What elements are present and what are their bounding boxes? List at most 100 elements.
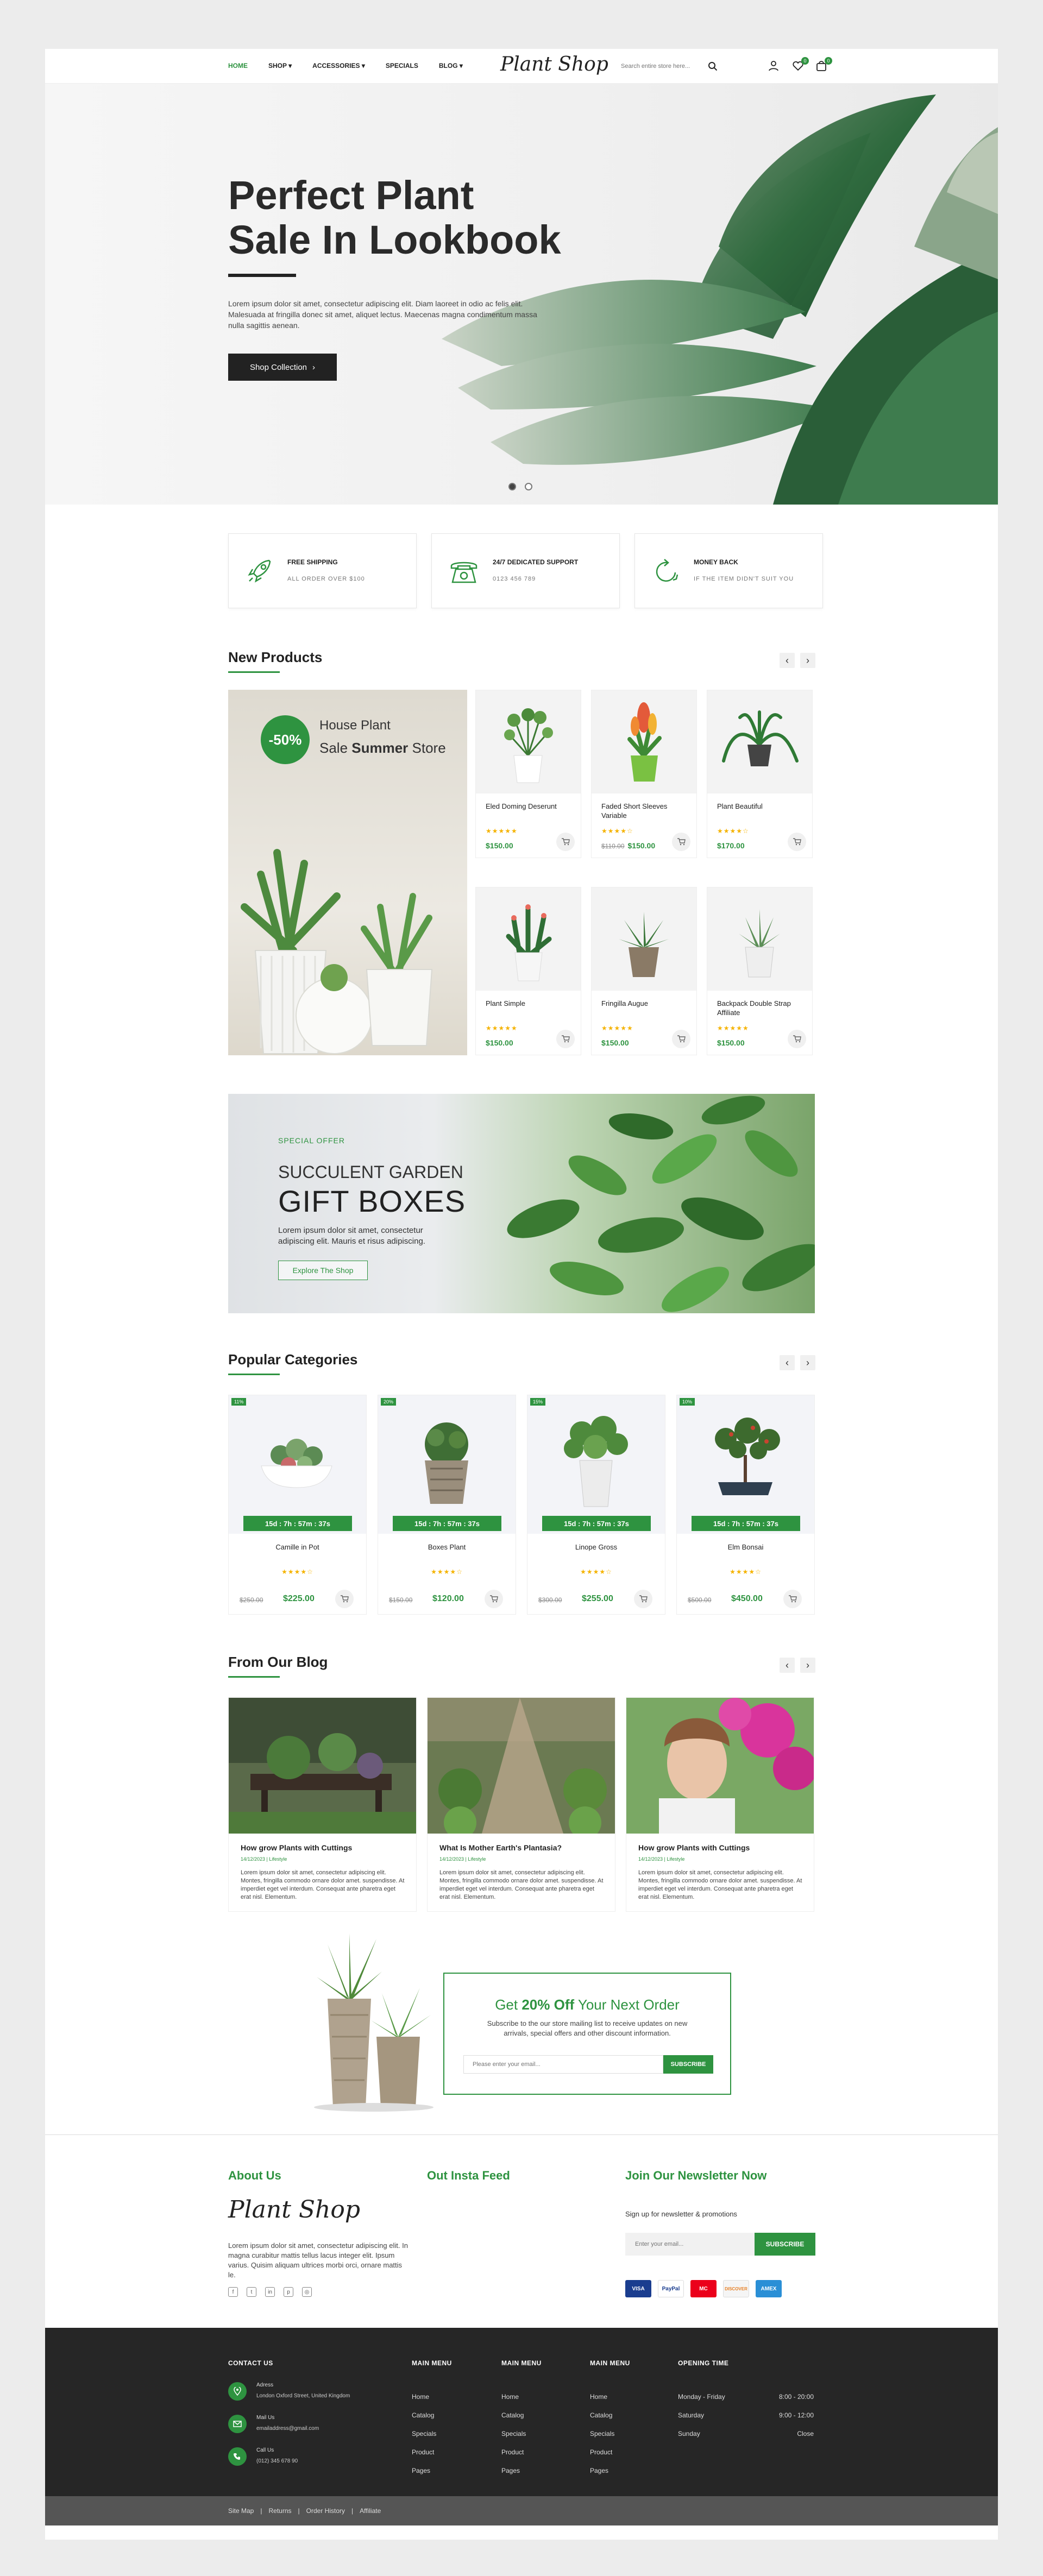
footer-menu-item[interactable]: Home bbox=[590, 2388, 614, 2406]
footer-menu-item[interactable]: Catalog bbox=[501, 2406, 526, 2424]
nav-home[interactable]: HOME bbox=[228, 62, 248, 70]
footer-menu-item[interactable]: Specials bbox=[590, 2424, 614, 2443]
add-to-cart-icon[interactable] bbox=[556, 1030, 575, 1048]
footer-menu-item[interactable]: Pages bbox=[501, 2461, 526, 2480]
sitemap-link[interactable]: Site Map bbox=[228, 2507, 254, 2515]
product-card[interactable]: Backpack Double Strap Affiliate ★★★★★ $1… bbox=[707, 887, 813, 1055]
facebook-icon[interactable]: f bbox=[228, 2287, 238, 2297]
add-to-cart-icon[interactable] bbox=[634, 1590, 652, 1608]
promo-banner[interactable]: -50% House Plant Sale Summer Store bbox=[228, 690, 467, 1055]
add-to-cart-icon[interactable] bbox=[788, 833, 806, 851]
nav-shop[interactable]: SHOP ▾ bbox=[268, 62, 292, 70]
footer-logo[interactable]: Plant Shop bbox=[228, 2196, 360, 2224]
order-history-link[interactable]: Order History bbox=[306, 2507, 345, 2515]
nav-blog[interactable]: BLOG ▾ bbox=[439, 62, 463, 70]
footer-menu-item[interactable]: Home bbox=[501, 2388, 526, 2406]
search-bar bbox=[621, 60, 751, 73]
next-arrow-icon[interactable]: › bbox=[800, 653, 815, 668]
footer-menu-item[interactable]: Product bbox=[412, 2443, 436, 2461]
category-card[interactable]: 15% 15d : 7h : 57m : 37s Linope Gross ★★… bbox=[527, 1395, 665, 1615]
returns-link[interactable]: Returns bbox=[268, 2507, 291, 2515]
hours-row: Saturday 9:00 - 12:00 bbox=[678, 2406, 814, 2424]
rating-stars: ★★★★☆ bbox=[431, 1568, 463, 1576]
category-card[interactable]: 20% 15d : 7h : 57m : 37s Boxes Plant ★★★… bbox=[378, 1395, 516, 1615]
separator: | bbox=[260, 2507, 262, 2515]
footer-menu-item[interactable]: Catalog bbox=[412, 2406, 436, 2424]
blog-card[interactable]: How grow Plants with Cuttings 14/12/2023… bbox=[228, 1697, 417, 1912]
affiliate-link[interactable]: Affiliate bbox=[360, 2507, 381, 2515]
contact-value[interactable]: emailaddress@gmail.com bbox=[256, 2426, 319, 2432]
blog-post-title[interactable]: What Is Mother Earth's Plantasia? bbox=[439, 1843, 562, 1852]
contact-value[interactable]: (012) 345 678 90 bbox=[256, 2458, 298, 2464]
product-card[interactable]: Plant Simple ★★★★★ $150.00 bbox=[475, 887, 581, 1055]
category-name[interactable]: Camille in Pot bbox=[229, 1543, 366, 1551]
nav-accessories[interactable]: ACCESSORIES ▾ bbox=[312, 62, 365, 70]
footer-menu-item[interactable]: Home bbox=[412, 2388, 436, 2406]
explore-shop-button[interactable]: Explore The Shop bbox=[278, 1261, 368, 1280]
next-arrow-icon[interactable]: › bbox=[800, 1658, 815, 1673]
prev-arrow-icon[interactable]: ‹ bbox=[780, 1658, 795, 1673]
site-logo[interactable]: Plant Shop bbox=[500, 53, 608, 75]
next-arrow-icon[interactable]: › bbox=[800, 1355, 815, 1370]
twitter-icon[interactable]: t bbox=[247, 2287, 256, 2297]
newsletter-email-input[interactable] bbox=[463, 2055, 663, 2074]
blog-card[interactable]: How grow Plants with Cuttings 14/12/2023… bbox=[626, 1697, 814, 1912]
shop-collection-button[interactable]: Shop Collection › bbox=[228, 354, 337, 381]
countdown-timer: 15d : 7h : 57m : 37s bbox=[393, 1516, 501, 1531]
wishlist-icon[interactable]: 0 bbox=[792, 57, 809, 74]
category-card[interactable]: 10% 15d : 7h : 57m : 37s Elm Bonsai ★★★★… bbox=[676, 1395, 815, 1615]
footer-menu-item[interactable]: Specials bbox=[412, 2424, 436, 2443]
footer-menu-item[interactable]: Product bbox=[590, 2443, 614, 2461]
add-to-cart-icon[interactable] bbox=[783, 1590, 802, 1608]
category-name[interactable]: Boxes Plant bbox=[378, 1543, 516, 1551]
add-to-cart-icon[interactable] bbox=[672, 833, 690, 851]
add-to-cart-icon[interactable] bbox=[335, 1590, 354, 1608]
product-card[interactable]: Plant Beautiful ★★★★☆ $170.00 bbox=[707, 690, 813, 858]
footer-menu-item[interactable]: Pages bbox=[412, 2461, 436, 2480]
slider-dot-2[interactable] bbox=[525, 483, 532, 490]
add-to-cart-icon[interactable] bbox=[485, 1590, 503, 1608]
product-name[interactable]: Backpack Double Strap Affiliate bbox=[717, 999, 804, 1017]
instagram-icon[interactable]: ◎ bbox=[302, 2287, 312, 2297]
linkedin-icon[interactable]: in bbox=[265, 2287, 275, 2297]
footer-subscribe-button[interactable]: SUBSCRIBE bbox=[755, 2233, 815, 2256]
product-card[interactable]: Fringilla Augue ★★★★★ $150.00 bbox=[591, 887, 697, 1055]
footer-menu-item[interactable]: Product bbox=[501, 2443, 526, 2461]
category-name[interactable]: Elm Bonsai bbox=[677, 1543, 814, 1551]
category-name[interactable]: Linope Gross bbox=[527, 1543, 665, 1551]
footer-menu-item[interactable]: Catalog bbox=[590, 2406, 614, 2424]
prev-arrow-icon[interactable]: ‹ bbox=[780, 1355, 795, 1370]
blog-post-title[interactable]: How grow Plants with Cuttings bbox=[241, 1843, 352, 1852]
footer-about-text: Lorem ipsum dolor sit amet, consectetur … bbox=[228, 2241, 408, 2279]
slider-dot-1[interactable] bbox=[508, 483, 516, 490]
add-to-cart-icon[interactable] bbox=[672, 1030, 690, 1048]
cart-icon[interactable]: 0 bbox=[815, 57, 832, 74]
product-name[interactable]: Plant Beautiful bbox=[717, 802, 804, 811]
blog-image bbox=[428, 1698, 615, 1834]
add-to-cart-icon[interactable] bbox=[556, 833, 575, 851]
product-name[interactable]: Eled Doming Deserunt bbox=[486, 802, 573, 811]
footer-menu-item[interactable]: Specials bbox=[501, 2424, 526, 2443]
category-card[interactable]: 11% 15d : 7h : 57m : 37s Camille in Pot … bbox=[228, 1395, 367, 1615]
product-name[interactable]: Plant Simple bbox=[486, 999, 573, 1008]
product-name[interactable]: Fringilla Augue bbox=[601, 999, 688, 1008]
newsletter-subscribe-button[interactable]: SUBSCRIBE bbox=[663, 2055, 713, 2074]
blog-post-title[interactable]: How grow Plants with Cuttings bbox=[638, 1843, 750, 1852]
blog-card[interactable]: What Is Mother Earth's Plantasia? 14/12/… bbox=[427, 1697, 615, 1912]
footer-menu-item[interactable]: Pages bbox=[590, 2461, 614, 2480]
account-icon[interactable] bbox=[768, 60, 782, 74]
pinterest-icon[interactable]: p bbox=[284, 2287, 293, 2297]
product-card[interactable]: Eled Doming Deserunt ★★★★★ $150.00 bbox=[475, 690, 581, 858]
product-name[interactable]: Faded Short Sleeves Variable bbox=[601, 802, 688, 820]
prev-arrow-icon[interactable]: ‹ bbox=[780, 653, 795, 668]
search-icon[interactable] bbox=[708, 61, 718, 71]
rating-stars: ★★★★★ bbox=[601, 1024, 633, 1032]
promo-line1: House Plant bbox=[319, 718, 391, 733]
add-to-cart-icon[interactable] bbox=[788, 1030, 806, 1048]
menu-heading: MAIN MENU bbox=[412, 2359, 452, 2367]
feature-sub: ALL ORDER OVER $100 bbox=[287, 576, 365, 582]
nav-specials[interactable]: SPECIALS bbox=[386, 62, 418, 70]
product-card[interactable]: Faded Short Sleeves Variable ★★★★☆ $110.… bbox=[591, 690, 697, 858]
search-input[interactable] bbox=[621, 63, 702, 70]
footer-email-input[interactable] bbox=[625, 2233, 755, 2256]
